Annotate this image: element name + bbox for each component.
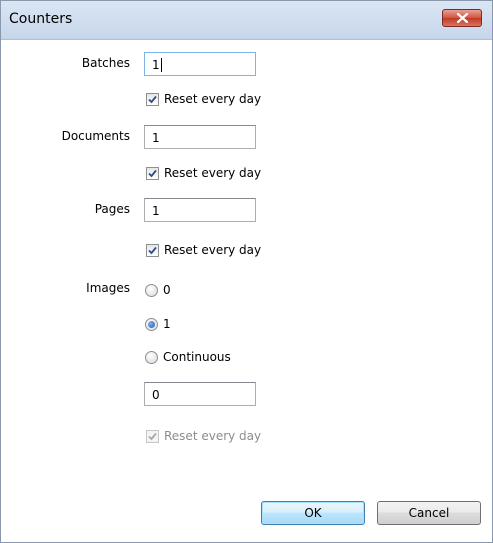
checkbox-box <box>146 430 159 443</box>
images-option-1-label: 1 <box>163 317 171 331</box>
close-icon <box>457 13 468 23</box>
batches-reset-label: Reset every day <box>164 92 262 106</box>
batches-input[interactable]: 1 <box>144 52 256 76</box>
checkbox-box <box>146 244 159 257</box>
close-button[interactable] <box>442 9 482 27</box>
cancel-button[interactable]: Cancel <box>377 501 481 525</box>
images-option-0-label: 0 <box>163 283 171 297</box>
images-reset-label: Reset every day <box>164 429 262 443</box>
pages-label: Pages <box>94 202 130 216</box>
pages-reset-label: Reset every day <box>164 243 262 257</box>
text-caret <box>160 58 162 72</box>
batches-value: 1 <box>152 58 160 72</box>
checkmark-icon <box>148 432 157 441</box>
counters-dialog: Counters Batches 1 Reset every day Docum… <box>0 0 493 543</box>
documents-label: Documents <box>61 129 130 143</box>
checkmark-icon <box>148 246 157 255</box>
documents-reset-label: Reset every day <box>164 166 262 180</box>
images-label: Images <box>86 281 130 295</box>
radio-circle <box>145 284 158 297</box>
ok-button[interactable]: OK <box>261 501 365 525</box>
radio-circle <box>145 351 158 364</box>
dialog-title: Counters <box>9 11 73 27</box>
pages-value: 1 <box>152 204 160 218</box>
images-input[interactable]: 0 <box>144 382 256 406</box>
images-value: 0 <box>152 388 160 402</box>
title-bar: Counters <box>1 1 492 40</box>
checkmark-icon <box>148 95 157 104</box>
documents-value: 1 <box>152 131 160 145</box>
documents-input[interactable]: 1 <box>144 125 256 149</box>
batches-label: Batches <box>81 56 130 70</box>
checkbox-box <box>146 167 159 180</box>
radio-circle-selected <box>145 318 158 331</box>
images-option-continuous-label: Continuous <box>163 350 231 364</box>
pages-input[interactable]: 1 <box>144 198 256 222</box>
checkbox-box <box>146 93 159 106</box>
checkmark-icon <box>148 169 157 178</box>
